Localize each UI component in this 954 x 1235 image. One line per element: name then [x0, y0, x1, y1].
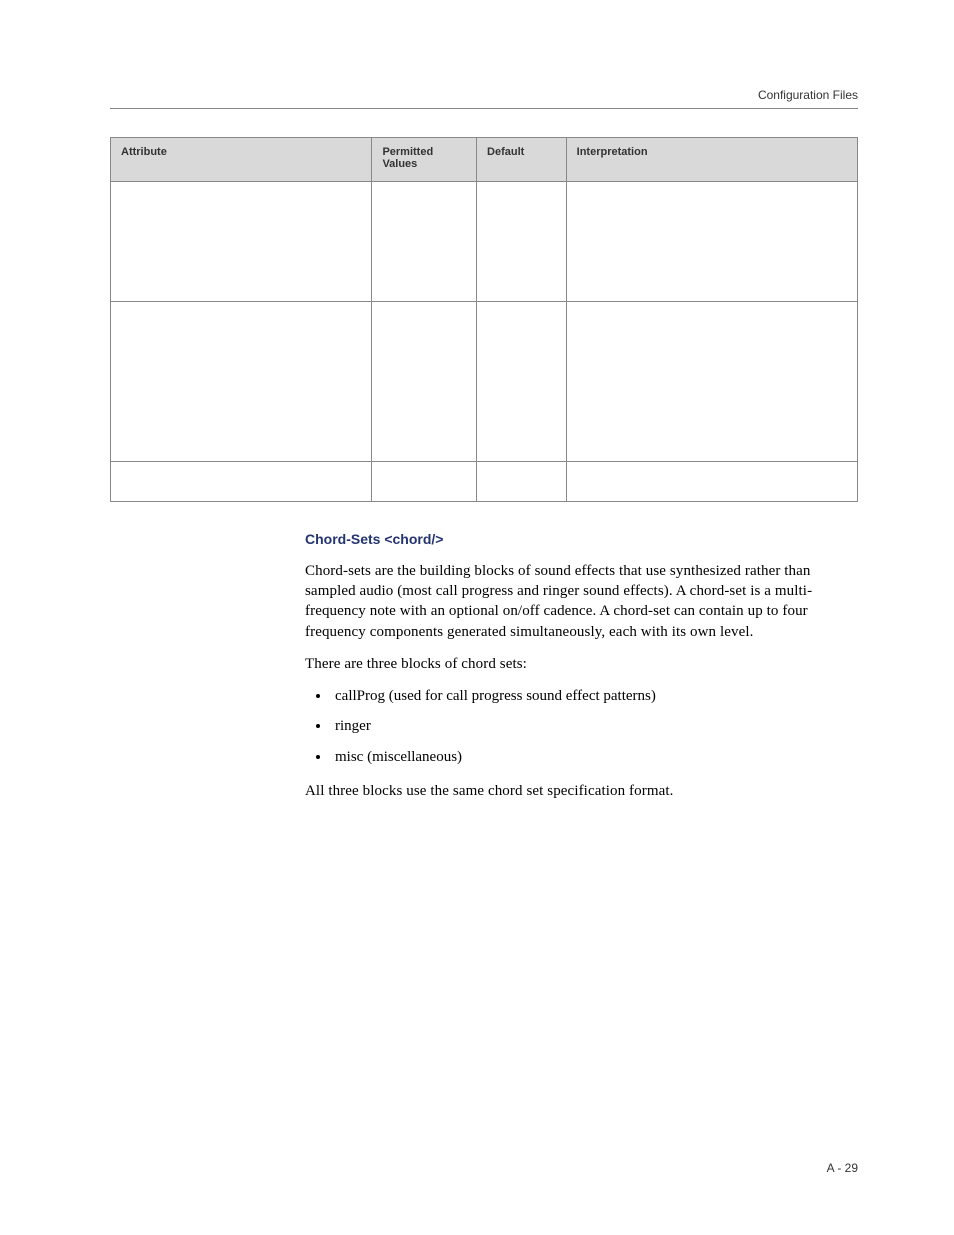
running-header: Configuration Files — [110, 88, 858, 102]
table-row — [111, 462, 858, 502]
col-attribute: Attribute — [111, 138, 372, 182]
list-item: ringer — [331, 716, 858, 736]
col-permitted: Permitted Values — [372, 138, 477, 182]
cell — [111, 462, 372, 502]
cell — [566, 462, 857, 502]
config-table: Attribute Permitted Values Default Inter… — [110, 137, 858, 502]
list-item: callProg (used for call progress sound e… — [331, 686, 858, 706]
cell — [372, 182, 477, 302]
section-subhead: Chord-Sets <chord/> — [305, 530, 858, 549]
cell — [477, 182, 567, 302]
col-interpretation: Interpretation — [566, 138, 857, 182]
cell — [372, 462, 477, 502]
cell — [477, 302, 567, 462]
cell — [477, 462, 567, 502]
page-number: A - 29 — [827, 1161, 858, 1175]
col-default: Default — [477, 138, 567, 182]
cell — [566, 302, 857, 462]
cell — [566, 182, 857, 302]
cell — [372, 302, 477, 462]
page: Configuration Files Attribute Permitted … — [0, 0, 954, 1235]
paragraph: All three blocks use the same chord set … — [305, 781, 858, 801]
paragraph: Chord-sets are the building blocks of so… — [305, 561, 858, 642]
header-rule — [110, 108, 858, 109]
section-body: Chord-Sets <chord/> Chord-sets are the b… — [305, 530, 858, 801]
table-header-row: Attribute Permitted Values Default Inter… — [111, 138, 858, 182]
list-item: misc (miscellaneous) — [331, 747, 858, 767]
cell — [111, 302, 372, 462]
bullet-list: callProg (used for call progress sound e… — [305, 686, 858, 767]
paragraph: There are three blocks of chord sets: — [305, 654, 858, 674]
table-row — [111, 302, 858, 462]
cell — [111, 182, 372, 302]
table-row — [111, 182, 858, 302]
